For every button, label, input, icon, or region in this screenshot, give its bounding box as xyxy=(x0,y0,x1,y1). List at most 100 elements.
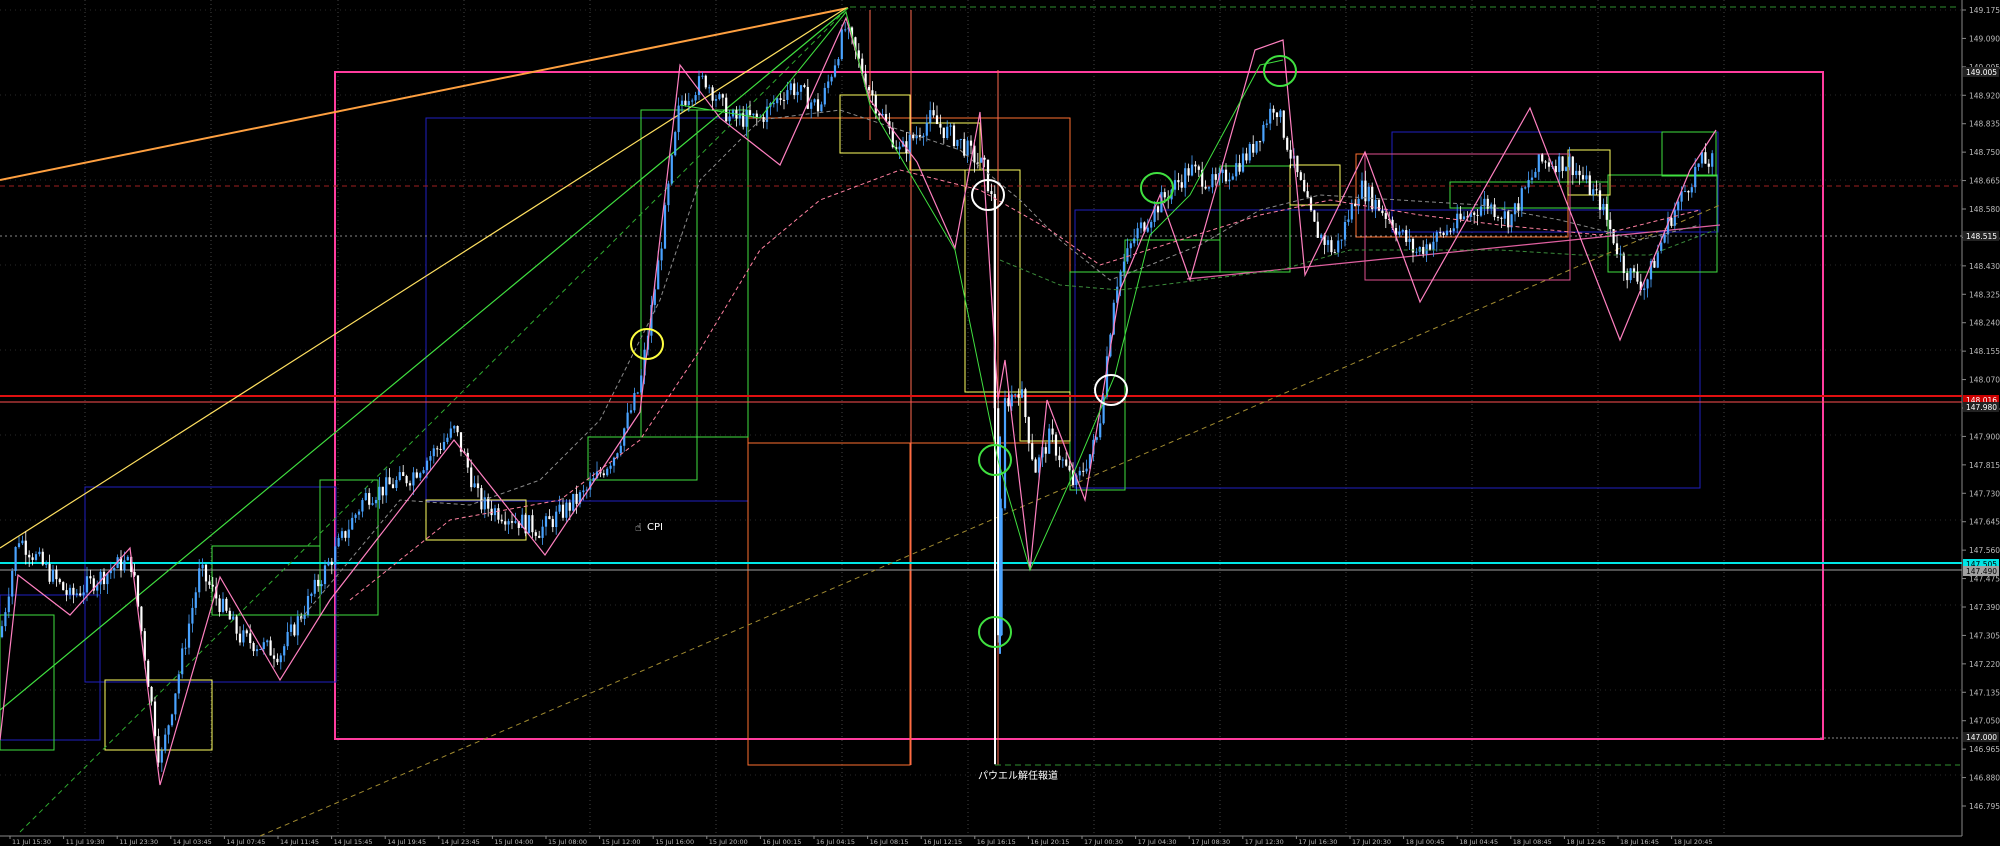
candle-body xyxy=(1592,189,1595,195)
time-tick-label: 15 Jul 04:00 xyxy=(494,838,533,846)
price-tick-label: 148.325 xyxy=(1969,290,2000,299)
candle-body xyxy=(898,146,901,150)
candle-body xyxy=(1231,176,1234,180)
candle-body xyxy=(983,157,986,160)
candle-body xyxy=(1228,179,1231,182)
time-tick-label: 14 Jul 23:45 xyxy=(441,838,480,846)
hand-icon: ☝ xyxy=(635,521,642,534)
candle-body xyxy=(1503,211,1506,219)
candle-body xyxy=(874,95,877,114)
candle-body xyxy=(1588,175,1591,195)
candle-body xyxy=(1435,232,1438,242)
candle-body xyxy=(1605,203,1608,220)
candle-body xyxy=(391,484,395,488)
price-tick-label: 147.050 xyxy=(1969,717,2000,726)
candle-body xyxy=(1663,234,1666,243)
candle-body xyxy=(1673,210,1676,226)
candle-body xyxy=(252,643,255,652)
candle-body xyxy=(51,569,55,582)
candle-body xyxy=(7,596,10,613)
candle-body xyxy=(1493,204,1496,217)
candle-body xyxy=(157,736,160,763)
candle-body xyxy=(833,65,837,77)
candle-body xyxy=(1615,243,1619,255)
trading-chart[interactable]: 149.175 149.090 149.005 148.920 148.835 148.7… xyxy=(0,0,2000,846)
candle-body xyxy=(1204,186,1207,189)
signal-circle-white[interactable] xyxy=(1094,374,1128,406)
candle-body xyxy=(398,472,401,481)
candle-body xyxy=(354,514,357,518)
candle-body xyxy=(796,91,799,96)
candle-body xyxy=(1034,459,1037,473)
candle-body xyxy=(1677,201,1680,211)
candle-body xyxy=(245,630,248,634)
candle-body xyxy=(238,633,242,643)
candle-body xyxy=(347,529,350,538)
candle-body xyxy=(803,85,806,87)
candle-body xyxy=(813,99,816,103)
candle-body xyxy=(504,521,507,525)
candle-body xyxy=(371,503,374,505)
chart-canvas[interactable]: 149.175 149.090 149.005 148.920 148.835 148.7… xyxy=(0,0,2000,846)
candle-body xyxy=(11,570,14,597)
zone-box-green xyxy=(211,545,321,616)
candle-body xyxy=(344,531,347,538)
candle-body xyxy=(221,598,225,612)
price-tag-label: 149.005 xyxy=(1966,68,1997,77)
time-tick-label: 14 Jul 15:45 xyxy=(334,838,373,846)
candle-body xyxy=(1445,230,1449,236)
candle-body xyxy=(1381,210,1384,214)
candle-body xyxy=(1473,212,1476,215)
candle-body xyxy=(1629,268,1632,281)
time-tick-label: 15 Jul 12:00 xyxy=(602,838,641,846)
candle-body xyxy=(48,563,51,582)
candle-body xyxy=(476,483,480,489)
time-tick-label: 11 Jul 19:30 xyxy=(66,838,105,846)
candle-body xyxy=(922,135,925,138)
time-tick-label: 16 Jul 12:15 xyxy=(923,838,962,846)
candle-body xyxy=(493,508,497,516)
candle-body xyxy=(1241,153,1245,172)
candle-body xyxy=(351,517,354,530)
candle-body xyxy=(1568,156,1571,168)
candle-body xyxy=(1058,455,1061,461)
candle-body xyxy=(286,631,289,647)
candle-body xyxy=(473,483,476,488)
candle-body xyxy=(1337,240,1340,253)
candle-body xyxy=(1462,216,1466,220)
candle-body xyxy=(65,590,68,595)
candle-body xyxy=(82,592,85,596)
candle-body xyxy=(1269,108,1272,124)
zone-box-yellow xyxy=(425,499,527,541)
candle-body xyxy=(198,568,201,593)
candle-body xyxy=(1122,261,1126,272)
candle-body xyxy=(17,543,21,547)
candle-body xyxy=(667,183,670,206)
candle-body xyxy=(1428,244,1432,250)
candle-body xyxy=(551,519,554,528)
candle-body xyxy=(449,428,452,438)
candle-body xyxy=(1643,288,1646,291)
candle-body xyxy=(1184,168,1187,188)
candle-body xyxy=(1017,394,1020,398)
candle-body xyxy=(419,473,422,478)
range-box-magenta xyxy=(334,71,1824,740)
candle-body xyxy=(1598,190,1602,210)
price-tick-label: 148.750 xyxy=(1969,148,2000,157)
signal-circle-green[interactable] xyxy=(1140,172,1174,204)
candle-body xyxy=(191,607,194,624)
candle-body xyxy=(395,480,398,488)
candle-body xyxy=(572,493,575,511)
candle-body xyxy=(1340,239,1343,241)
candle-body xyxy=(1051,428,1054,435)
candle-body xyxy=(167,725,170,735)
candle-body xyxy=(272,655,276,659)
candle-body xyxy=(34,554,38,560)
candle-body xyxy=(959,139,962,141)
price-tick-label: 147.900 xyxy=(1969,432,2000,441)
candle-body xyxy=(1133,238,1136,244)
candle-body xyxy=(1558,156,1561,173)
candle-body xyxy=(1653,260,1656,268)
candle-body xyxy=(966,140,969,156)
candle-body xyxy=(527,515,531,534)
